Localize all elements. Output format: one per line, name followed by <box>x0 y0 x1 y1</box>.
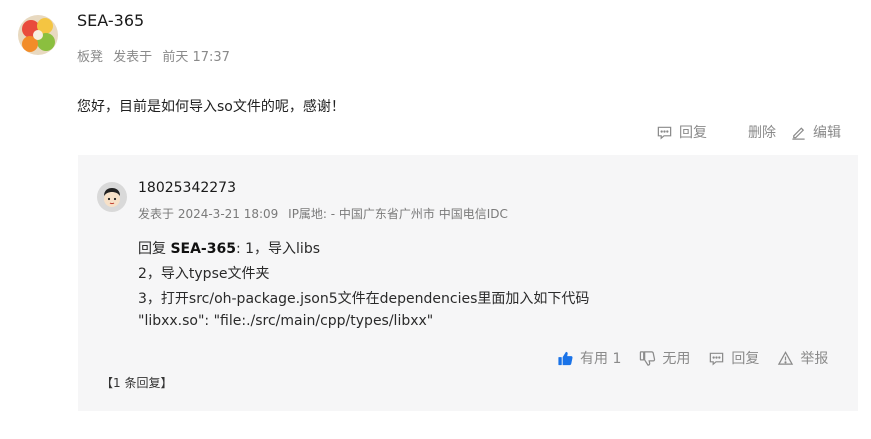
post-meta: 板凳 发表于 前天 17:37 <box>77 46 230 65</box>
warning-icon <box>778 350 794 365</box>
reply-author[interactable]: 18025342273 <box>138 180 236 196</box>
reply-line-1-text: : 1，导入libs <box>235 241 321 257</box>
reply-line-1: 回复 SEA-365: 1，导入libs <box>138 238 320 258</box>
report-label: 举报 <box>800 351 829 367</box>
reply-prefix: 回复 <box>138 241 171 257</box>
reply-count-link[interactable]: 【1 条回复】 <box>101 374 172 391</box>
edit-icon <box>792 126 805 140</box>
reply-actions: 有用 1 无用 回复 举报 <box>557 348 828 368</box>
reply-meta: 发表于 2024-3-21 18:09 IP属地: - 中国广东省广州市 中国电… <box>138 205 508 222</box>
reply-meta-ip: IP属地: - 中国广东省广州市 中国电信IDC <box>288 207 508 221</box>
avatar[interactable] <box>18 15 58 55</box>
comment-icon <box>657 126 672 139</box>
comment-icon <box>710 352 724 365</box>
post-delete-button[interactable]: 删除 <box>748 122 776 142</box>
reply-line-4: "libxx.so": "file:./src/main/cpp/types/l… <box>138 313 434 329</box>
reply-mention[interactable]: SEA-365 <box>170 241 236 257</box>
post-delete-label: 删除 <box>748 125 776 141</box>
post-meta-user: 板凳 <box>77 50 104 65</box>
post-meta-action: 发表于 <box>113 50 153 65</box>
reply-line-2: 2，导入typse文件夹 <box>138 266 270 282</box>
dislike-label: 无用 <box>662 351 691 367</box>
dislike-button[interactable]: 无用 <box>639 348 690 368</box>
reply-reply-button[interactable]: 回复 <box>708 348 759 368</box>
thumbs-up-icon <box>558 351 573 365</box>
reply-avatar[interactable] <box>97 182 127 212</box>
post-edit-label: 编辑 <box>813 125 841 141</box>
post-edit-button[interactable]: 编辑 <box>790 122 841 142</box>
reply-meta-time: 发表于 2024-3-21 18:09 <box>138 207 279 221</box>
post-reply-label: 回复 <box>679 125 707 141</box>
thumbs-down-icon <box>640 350 656 366</box>
post-reply-button[interactable]: 回复 <box>656 122 707 142</box>
like-label: 有用 1 <box>580 351 622 367</box>
report-button[interactable]: 举报 <box>777 348 828 368</box>
reply-reply-label: 回复 <box>731 351 760 367</box>
post-content: 您好，目前是如何导入so文件的呢，感谢！ <box>77 99 345 115</box>
like-button[interactable]: 有用 1 <box>557 348 621 368</box>
post-author[interactable]: SEA-365 <box>77 11 144 30</box>
reply-line-3: 3，打开src/oh-package.json5文件在dependencies里… <box>138 291 590 307</box>
post-meta-time: 前天 17:37 <box>162 50 230 65</box>
